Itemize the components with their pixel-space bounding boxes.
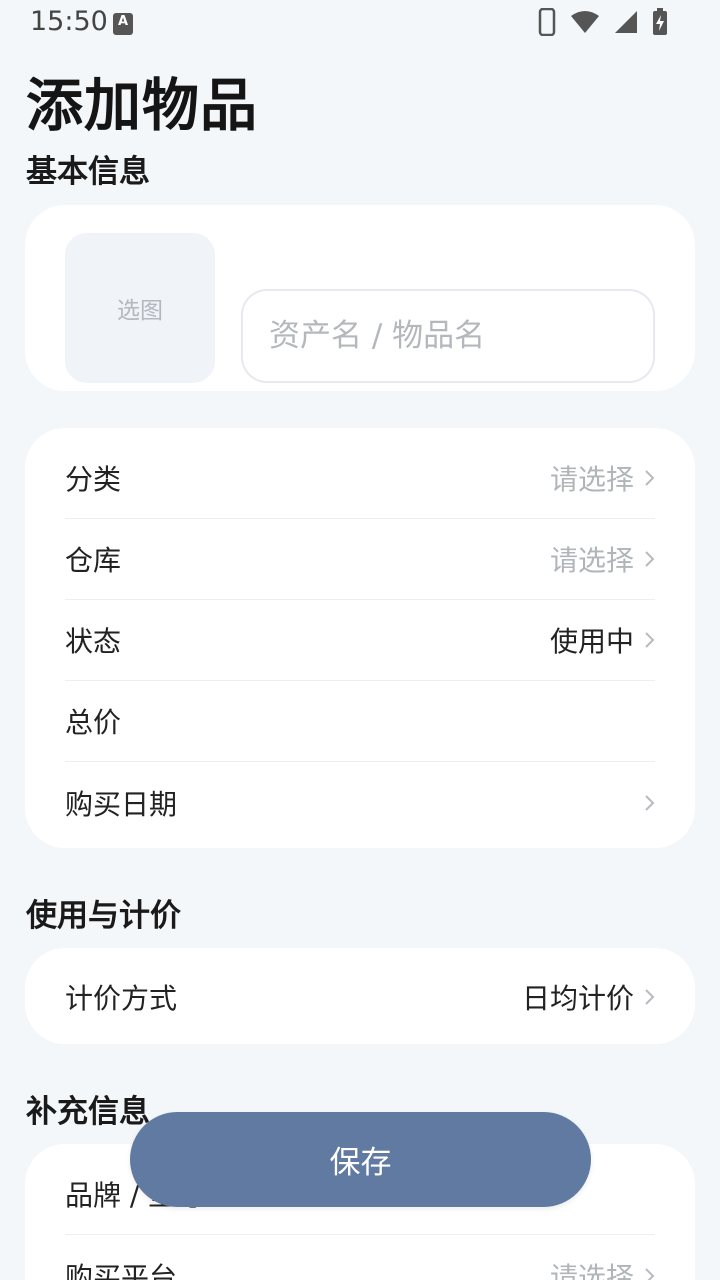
row-status[interactable]: 状态 使用中 (65, 600, 655, 681)
section-title-usage-pricing: 使用与计价 (26, 898, 181, 934)
image-picker-label: 选图 (117, 298, 163, 324)
chevron-right-icon (645, 988, 655, 1005)
chevron-right-icon (645, 794, 655, 811)
row-value: 请选择 (549, 544, 634, 577)
battery-charging-icon (653, 8, 667, 35)
chevron-right-icon (645, 632, 655, 648)
row-value: 日均计价 (521, 981, 634, 1015)
row-value: 使用中 (549, 625, 634, 658)
item-name-input[interactable] (241, 289, 655, 383)
page-title: 添加物品 (26, 73, 258, 139)
row-purchase-date[interactable]: 购买日期 (65, 762, 655, 843)
a-notification-icon: A (113, 13, 133, 35)
row-label: 购买平台 (65, 1260, 178, 1280)
row-label: 总价 (65, 706, 122, 739)
chevron-right-icon (645, 470, 655, 486)
save-button[interactable]: 保存 (130, 1112, 591, 1207)
row-value: 请选择 (549, 1260, 634, 1280)
usage-pricing-card: 计价方式 日均计价 (25, 948, 695, 1044)
status-time: 15:50 (30, 6, 108, 37)
phone-icon (538, 8, 556, 36)
basic-info-card: 分类 请选择 仓库 请选择 状态 使用中 总价 购买日期 (25, 428, 695, 848)
row-label: 分类 (65, 463, 122, 496)
row-total-price[interactable]: 总价 (65, 681, 655, 762)
row-purchase-platform[interactable]: 购买平台 请选择 (65, 1235, 655, 1280)
section-title-basic-info: 基本信息 (26, 154, 150, 190)
wifi-icon (571, 11, 599, 33)
chevron-right-icon (645, 551, 655, 567)
row-warehouse[interactable]: 仓库 请选择 (65, 519, 655, 600)
row-label: 仓库 (65, 544, 122, 577)
row-label: 状态 (65, 625, 122, 658)
chevron-right-icon (645, 1267, 655, 1280)
row-category[interactable]: 分类 请选择 (65, 438, 655, 519)
row-value: 请选择 (549, 463, 634, 496)
image-picker-button[interactable]: 选图 (65, 233, 215, 383)
signal-icon (615, 11, 637, 33)
section-title-extra-info: 补充信息 (26, 1094, 150, 1130)
name-image-card: 选图 (25, 205, 695, 391)
row-label: 计价方式 (65, 981, 178, 1015)
status-bar: 15:50 A (0, 0, 720, 48)
status-icons (538, 8, 668, 36)
row-pricing-method[interactable]: 计价方式 日均计价 (65, 956, 655, 1037)
row-label: 购买日期 (65, 787, 178, 821)
